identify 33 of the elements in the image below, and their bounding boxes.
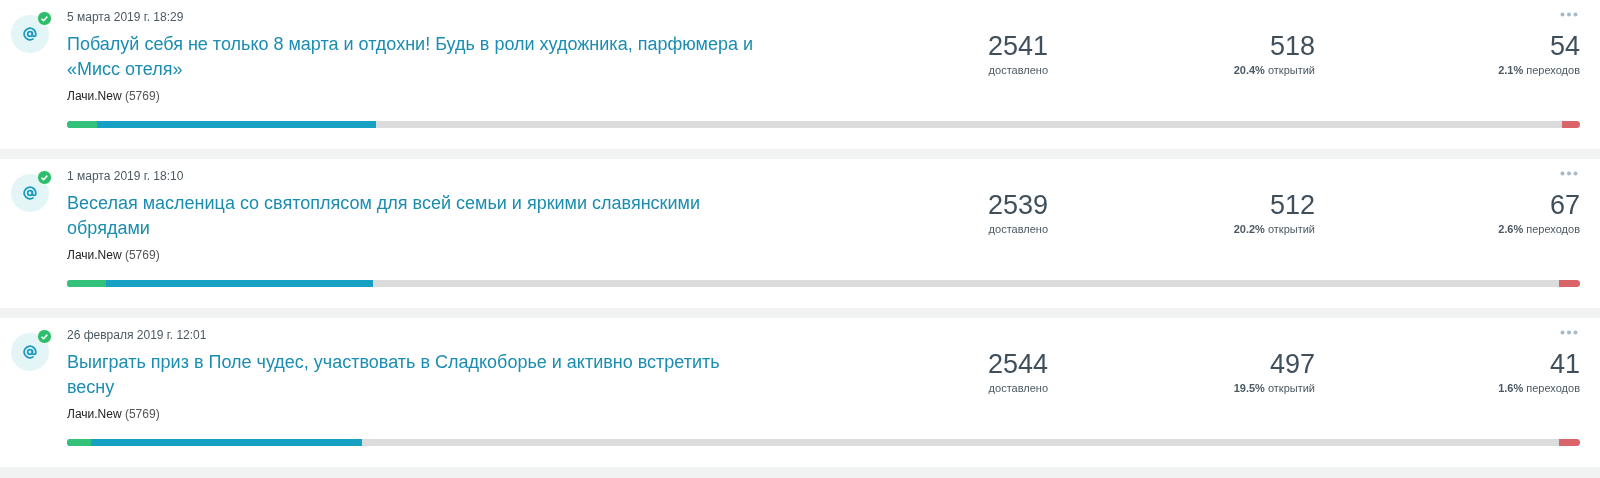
stat-label: 2.6% переходов: [1498, 222, 1580, 237]
at-sign-icon: [23, 345, 37, 359]
stat-value: 497: [1269, 348, 1315, 380]
stat-value: 512: [1269, 189, 1315, 221]
stat-value: 2544: [987, 348, 1048, 380]
stat-label: доставлено: [988, 222, 1048, 237]
campaign-title-link[interactable]: Веселая масленица со святоплясом для всей семьи и яркими славянскими обрядами: [67, 191, 762, 241]
list-name: Лачи.New (5769): [67, 247, 160, 264]
campaign-date: 5 марта 2019 г. 18:29: [67, 9, 184, 26]
stat-label: 19.5% открытий: [1233, 381, 1315, 396]
stat-value: 518: [1269, 30, 1315, 62]
campaign-date: 26 февраля 2019 г. 12:01: [67, 327, 207, 344]
campaign-title-link[interactable]: Выиграть приз в Поле чудес, участвовать в Сладкоборье и активно встретить весну: [67, 350, 762, 400]
stat-value: 67: [1549, 189, 1580, 221]
more-icon[interactable]: [1560, 330, 1578, 335]
stat-label: 20.2% открытий: [1233, 222, 1315, 237]
more-icon[interactable]: [1560, 171, 1578, 176]
list-name: Лачи.New (5769): [67, 406, 160, 423]
list-name: Лачи.New (5769): [67, 88, 160, 105]
stat-value: 41: [1549, 348, 1580, 380]
stat-label: 1.6% переходов: [1498, 381, 1580, 396]
stat-label: доставлено: [988, 63, 1048, 78]
stat-value: 2541: [987, 30, 1048, 62]
stat-value: 2539: [987, 189, 1048, 221]
at-sign-icon: [23, 27, 37, 41]
campaign-title-link[interactable]: Побалуй себя не только 8 марта и отдохни! Будь в роли художника, парфюмера и «Мисс отеля»: [67, 32, 762, 82]
campaign-date: 1 марта 2019 г. 18:10: [67, 168, 184, 185]
stat-value: 54: [1549, 30, 1580, 62]
at-sign-icon: [23, 186, 37, 200]
stat-label: 20.4% открытий: [1233, 63, 1315, 78]
more-icon[interactable]: [1560, 12, 1578, 17]
stat-label: 2.1% переходов: [1498, 63, 1580, 78]
stat-label: доставлено: [988, 381, 1048, 396]
